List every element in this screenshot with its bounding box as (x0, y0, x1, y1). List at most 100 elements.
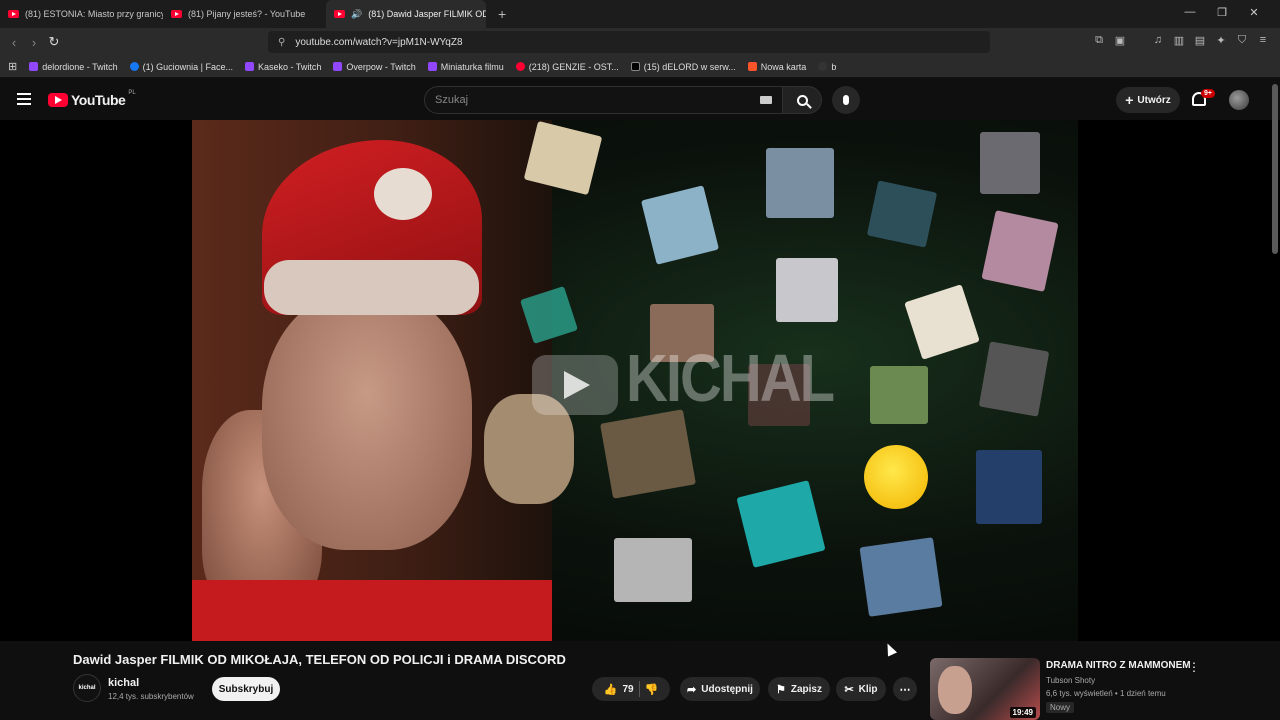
bookmark-label: (218) GENZIE - OST... (528, 61, 619, 72)
bookmark-item[interactable]: delordione - Twitch (29, 62, 118, 72)
twitch-icon (29, 62, 39, 71)
browser-tab[interactable]: (81) Pijany jesteś? - YouTube (163, 0, 326, 28)
logo-text: YouTube (71, 92, 126, 108)
photo-sticker (859, 537, 943, 617)
bookmark-item[interactable]: Miniaturka filmu (427, 62, 504, 72)
bookmark-label: Nowa karta (760, 61, 807, 72)
bookmark-item[interactable]: Overpow - Twitch (333, 61, 416, 72)
search-input[interactable]: Szukaj (424, 86, 782, 114)
new-tab-icon[interactable]: + (498, 6, 506, 22)
photo-sticker (978, 341, 1050, 417)
youtube-logo[interactable]: YouTube PL (48, 90, 136, 108)
tab-label: (81) Pijany jesteś? - YouTube (188, 9, 306, 19)
bookmark-label: Overpow - Twitch (346, 61, 416, 72)
recommended-video[interactable]: 19:49 DRAMA NITRO Z MAMMONEM Tubson Shot… (930, 658, 1194, 720)
account-avatar[interactable] (1229, 90, 1249, 110)
toolbar-icons: ⧉ ▣ ♫ ▥ ▤ ✦ ⛉ ≡ (1092, 34, 1270, 48)
dislike-icon[interactable]: 👎 (645, 683, 659, 696)
back-icon[interactable]: ‹ (4, 35, 24, 50)
new-badge: Nowy (1046, 702, 1075, 713)
clip-label: Klip (858, 683, 878, 695)
video-duration: 19:49 (1009, 707, 1036, 718)
voice-search-button[interactable] (832, 86, 860, 114)
youtube-icon (515, 62, 525, 71)
recommended-meta: 6,6 tys. wyświetleń • 1 dzień temu (1046, 689, 1166, 698)
save-label: Zapisz (790, 683, 822, 695)
thumbnail-face (938, 666, 972, 714)
scissors-icon: ✂ (844, 683, 854, 696)
wallet-icon[interactable]: ▣ (1113, 34, 1127, 48)
search-icon (796, 94, 808, 106)
more-vertical-icon[interactable]: ⋮ (1188, 660, 1200, 674)
apps-grid-icon[interactable]: ⊞ (8, 60, 17, 73)
logo-country: PL (128, 90, 136, 96)
youtube-favicon-icon (171, 10, 182, 18)
bookmark-item[interactable]: (15) dELORD w serw... (630, 62, 736, 72)
tab-label: (81) Dawid Jasper FILMIK OD (368, 9, 486, 19)
search-button[interactable] (782, 86, 822, 114)
photo-sticker (640, 185, 720, 265)
person-face (262, 290, 472, 550)
keyboard-icon[interactable] (760, 96, 772, 104)
meme-sticker (866, 180, 938, 248)
video-title: Dawid Jasper FILMIK OD MIKOŁAJA, TELEFON… (73, 652, 566, 667)
like-icon[interactable]: 👍 (604, 683, 618, 696)
address-toolbar: ‹ › ↻ ⚲ youtube.com/watch?v=jpM1N-WYqZ8 (0, 28, 1280, 56)
restore-icon[interactable]: ❐ (1206, 6, 1238, 19)
subscribe-button[interactable]: Subskrybuj (212, 677, 280, 701)
music-icon[interactable]: ♫ (1151, 34, 1165, 48)
more-horizontal-icon: ⋯ (899, 683, 911, 696)
bookmark-label: b (831, 61, 837, 72)
photo-sticker (980, 132, 1040, 194)
bookmark-label: (1) Guciownia | Face... (142, 61, 233, 72)
menu-icon[interactable]: ≡ (1256, 34, 1270, 48)
perry-sticker (736, 480, 826, 568)
hamburger-menu-icon[interactable] (17, 93, 31, 105)
bookmark-item[interactable]: Kaseko - Twitch (244, 62, 321, 72)
extensions-icon[interactable]: ⧉ (1092, 34, 1106, 48)
browser-tab-active[interactable]: 🔊 (81) Dawid Jasper FILMIK OD ✕ (326, 0, 486, 28)
ai-icon[interactable]: ✦ (1214, 34, 1228, 48)
channel-watermark: KICHAL (626, 341, 835, 416)
recommended-channel[interactable]: Tubson Shoty (1046, 676, 1095, 685)
like-count[interactable]: 79 (622, 684, 633, 695)
notification-badge: 9+ (1201, 89, 1215, 98)
url-field[interactable]: ⚲ youtube.com/watch?v=jpM1N-WYqZ8 (268, 31, 990, 53)
photo-sticker (614, 538, 692, 602)
minimize-icon[interactable]: — (1174, 6, 1206, 19)
bookmark-item[interactable]: b (818, 62, 836, 72)
sonic-sticker (976, 450, 1042, 524)
reload-icon[interactable]: ↻ (44, 34, 64, 50)
share-button[interactable]: ➦ Udostępnij (680, 677, 760, 701)
save-button[interactable]: ⚑ Zapisz (768, 677, 830, 701)
photo-sticker (600, 409, 696, 499)
bookmark-item[interactable]: Nowa karta (747, 61, 807, 72)
close-window-icon[interactable]: ✕ (1238, 6, 1270, 19)
twitch-icon (244, 62, 254, 71)
create-button[interactable]: + Utwórz (1116, 87, 1180, 113)
browser-tab-bar: (81) ESTONIA: Miasto przy granicy z (81)… (0, 0, 1280, 28)
share-label: Udostępnij (701, 683, 753, 695)
play-button-icon[interactable] (532, 355, 618, 415)
more-actions-button[interactable]: ⋯ (893, 677, 917, 701)
channel-avatar[interactable]: kichal (73, 674, 101, 702)
clip-button[interactable]: ✂ Klip (836, 677, 886, 701)
site-settings-icon[interactable]: ⚲ (278, 37, 285, 48)
photo-sticker (981, 210, 1059, 292)
tab-label: (81) ESTONIA: Miasto przy granicy z (25, 9, 163, 19)
video-player[interactable]: KICHAL (192, 120, 1078, 641)
sidebar-icon[interactable]: ▥ (1172, 34, 1186, 48)
recommended-title[interactable]: DRAMA NITRO Z MAMMONEM (1046, 660, 1191, 671)
bookmark-item[interactable]: (1) Guciownia | Face... (129, 61, 233, 72)
forward-icon[interactable]: › (24, 35, 44, 50)
bookmark-item[interactable]: (218) GENZIE - OST... (515, 61, 619, 72)
channel-name[interactable]: kichal (108, 677, 139, 689)
page-scrollbar[interactable] (1272, 84, 1278, 254)
subscriber-count: 12,4 tys. subskrybentów (108, 692, 194, 701)
recommended-thumbnail[interactable]: 19:49 (930, 658, 1040, 720)
reader-icon[interactable]: ▤ (1193, 34, 1207, 48)
shield-icon[interactable]: ⛉ (1235, 34, 1249, 48)
awesome-face-sticker (864, 445, 928, 509)
browser-tab[interactable]: (81) ESTONIA: Miasto przy granicy z (0, 0, 163, 28)
brave-icon (747, 62, 757, 71)
